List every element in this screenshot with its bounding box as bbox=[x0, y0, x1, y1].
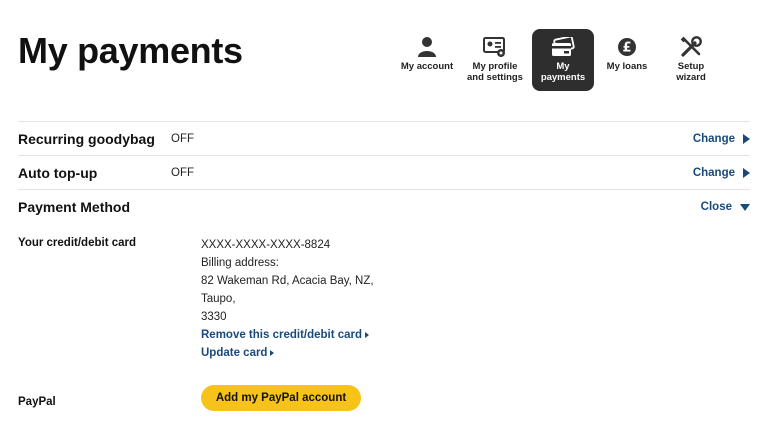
triangle-right-icon bbox=[365, 332, 370, 338]
card-number: XXXX-XXXX-XXXX-8824 bbox=[201, 239, 331, 251]
triangle-right-icon bbox=[270, 350, 275, 356]
paypal-section-label: PayPal bbox=[18, 396, 56, 408]
billing-address-label: Billing address: bbox=[201, 257, 279, 269]
change-label: Change bbox=[692, 167, 735, 179]
triangle-right-icon bbox=[743, 134, 750, 144]
change-label: Change bbox=[692, 133, 735, 145]
update-card-label: Update card bbox=[201, 347, 268, 359]
auto-topup-change-link[interactable]: Change bbox=[693, 167, 750, 179]
nav-label: My profile and settings bbox=[467, 61, 523, 83]
update-card-link[interactable]: Update card bbox=[201, 344, 374, 362]
svg-text:£: £ bbox=[622, 41, 631, 56]
billing-address-line2: Taupo, bbox=[201, 293, 236, 305]
nav-my-profile[interactable]: My profile and settings bbox=[460, 29, 530, 91]
nav-label: My loans bbox=[606, 61, 648, 72]
account-nav: My account My profile and settings My pa… bbox=[396, 29, 724, 91]
person-icon bbox=[417, 36, 437, 58]
payment-method-label: Payment Method bbox=[18, 199, 131, 215]
remove-card-link[interactable]: Remove this credit/debit card bbox=[201, 326, 374, 344]
nav-my-payments[interactable]: My payments bbox=[532, 29, 594, 91]
nav-setup-wizard[interactable]: Setup wizard bbox=[660, 29, 722, 91]
payment-method-row: Payment Method Close bbox=[18, 189, 750, 224]
recurring-goodybag-change-link[interactable]: Change bbox=[693, 133, 750, 145]
card-details: XXXX-XXXX-XXXX-8824 Billing address: 82 … bbox=[201, 236, 374, 362]
remove-card-label: Remove this credit/debit card bbox=[201, 329, 363, 341]
profile-settings-icon bbox=[483, 36, 507, 58]
close-label: Close bbox=[700, 201, 732, 213]
pound-coin-icon: £ bbox=[617, 36, 637, 58]
card-section-label: Your credit/debit card bbox=[18, 237, 137, 249]
billing-address-line1: 82 Wakeman Rd, Acacia Bay, NZ, bbox=[201, 275, 374, 287]
nav-label: Setup wizard bbox=[676, 61, 706, 83]
auto-topup-row: Auto top-up OFF Change bbox=[18, 155, 750, 190]
billing-postcode: 3330 bbox=[201, 311, 227, 323]
page-title: My payments bbox=[18, 30, 243, 71]
auto-topup-label: Auto top-up bbox=[18, 165, 98, 181]
recurring-goodybag-row: Recurring goodybag OFF Change bbox=[18, 121, 750, 156]
nav-label: My payments bbox=[540, 61, 586, 83]
nav-label: My account bbox=[400, 61, 454, 72]
triangle-down-icon bbox=[740, 203, 750, 211]
recurring-goodybag-label: Recurring goodybag bbox=[18, 131, 155, 147]
auto-topup-value: OFF bbox=[171, 167, 194, 179]
nav-my-loans[interactable]: £ My loans bbox=[596, 29, 658, 91]
payment-method-close-link[interactable]: Close bbox=[701, 201, 750, 213]
nav-my-account[interactable]: My account bbox=[396, 29, 458, 91]
tools-icon bbox=[680, 36, 702, 58]
recurring-goodybag-value: OFF bbox=[171, 133, 194, 145]
credit-card-icon bbox=[551, 36, 575, 58]
triangle-right-icon bbox=[743, 168, 750, 178]
add-paypal-button[interactable]: Add my PayPal account bbox=[201, 385, 361, 411]
